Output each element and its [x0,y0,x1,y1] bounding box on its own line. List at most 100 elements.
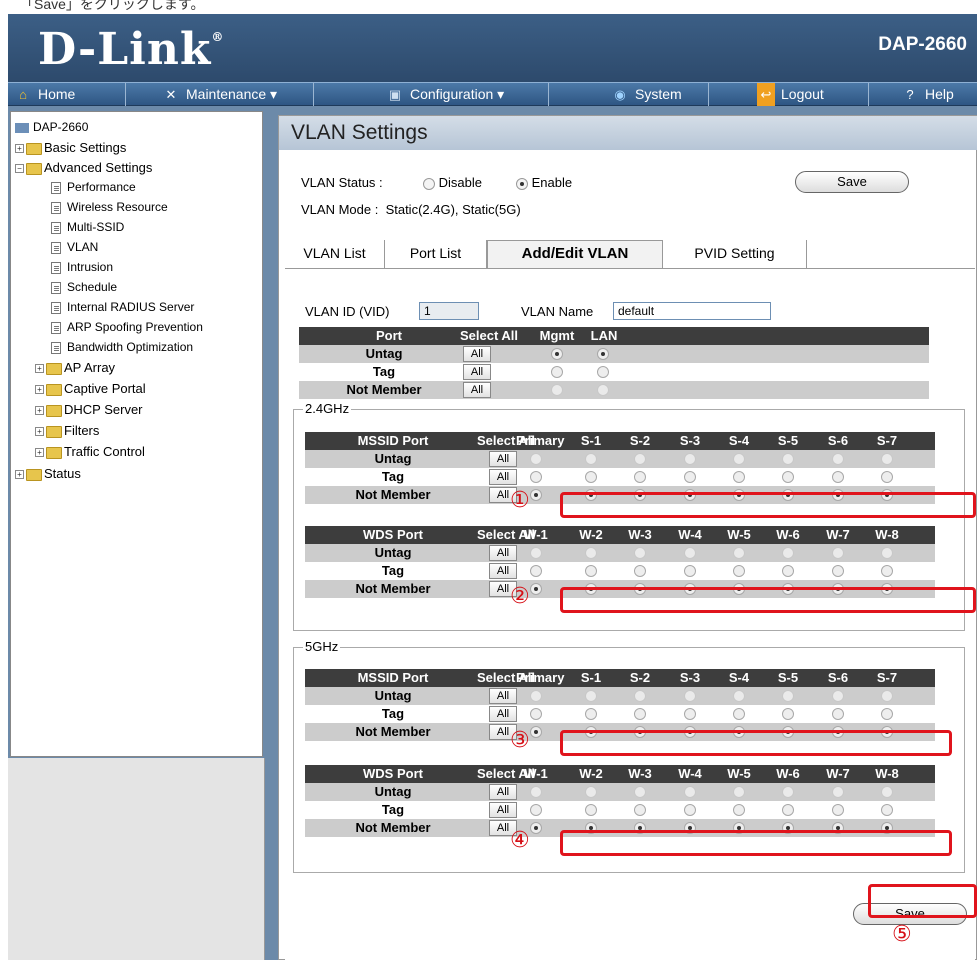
tree-advanced-settings[interactable]: − Advanced Settings [15,159,152,177]
radio[interactable] [782,471,794,483]
tree-status[interactable]: + Status [15,465,81,483]
radio[interactable] [530,547,542,559]
radio[interactable] [585,786,597,798]
vlan-name-field[interactable]: default [613,302,771,320]
radio[interactable] [684,708,696,720]
radio[interactable] [684,690,696,702]
tab-pvid-setting[interactable]: PVID Setting [663,240,807,268]
radio[interactable] [597,384,609,396]
radio[interactable] [551,366,563,378]
tab-add-edit-vlan[interactable]: Add/Edit VLAN [487,240,663,268]
tree-dhcp-server[interactable]: + DHCP Server [35,401,143,419]
radio[interactable] [881,471,893,483]
radio[interactable] [733,565,745,577]
disable-radio[interactable] [423,177,435,190]
expand-icon[interactable]: + [35,448,44,458]
radio[interactable] [881,786,893,798]
all-button[interactable]: All [489,802,517,818]
radio[interactable] [551,384,563,396]
radio[interactable] [832,547,844,559]
tree-traffic-control[interactable]: + Traffic Control [35,443,145,461]
save-button-top[interactable]: Save [795,171,909,193]
radio[interactable] [530,822,542,834]
expand-icon[interactable]: + [35,406,44,416]
radio[interactable] [530,565,542,577]
radio[interactable] [634,471,646,483]
tree-root[interactable]: DAP-2660 [15,118,88,136]
tree-filters[interactable]: + Filters [35,422,99,440]
radio[interactable] [881,690,893,702]
radio[interactable] [733,690,745,702]
all-button[interactable]: All [463,364,491,380]
radio[interactable] [832,804,844,816]
vlan-status-enable[interactable]: Enable [516,175,572,190]
radio[interactable] [782,547,794,559]
tree-schedule[interactable]: Schedule [51,278,117,296]
radio[interactable] [832,471,844,483]
radio[interactable] [597,348,609,360]
tree-performance[interactable]: Performance [51,178,136,196]
radio[interactable] [782,786,794,798]
tree-ap-array[interactable]: + AP Array [35,359,115,377]
radio[interactable] [530,471,542,483]
all-button[interactable]: All [463,382,491,398]
vlan-id-field[interactable]: 1 [419,302,479,320]
radio[interactable] [782,453,794,465]
radio[interactable] [733,708,745,720]
expand-icon[interactable]: + [15,470,24,480]
radio[interactable] [782,804,794,816]
enable-radio[interactable] [516,177,528,190]
radio[interactable] [585,453,597,465]
radio[interactable] [733,804,745,816]
all-button[interactable]: All [489,563,517,579]
tab-vlan-list[interactable]: VLAN List [285,240,385,268]
nav-system[interactable]: ◉ System [549,83,709,106]
radio[interactable] [585,708,597,720]
radio[interactable] [585,565,597,577]
tab-port-list[interactable]: Port List [385,240,487,268]
all-button[interactable]: All [489,545,517,561]
nav-logout[interactable]: ↩ Logout [709,83,869,106]
radio[interactable] [530,690,542,702]
radio[interactable] [530,804,542,816]
radio[interactable] [585,690,597,702]
expand-icon[interactable]: + [35,427,44,437]
radio[interactable] [733,786,745,798]
radio[interactable] [881,708,893,720]
radio[interactable] [597,366,609,378]
radio[interactable] [585,471,597,483]
radio[interactable] [684,804,696,816]
all-button[interactable]: All [463,346,491,362]
radio[interactable] [881,804,893,816]
radio[interactable] [530,708,542,720]
radio[interactable] [634,690,646,702]
radio[interactable] [634,547,646,559]
tree-captive-portal[interactable]: + Captive Portal [35,380,146,398]
radio[interactable] [881,565,893,577]
tree-basic-settings[interactable]: + Basic Settings [15,139,126,157]
radio[interactable] [832,708,844,720]
tree-arp-spoofing[interactable]: ARP Spoofing Prevention [51,318,203,336]
expand-icon[interactable]: + [35,385,44,395]
radio[interactable] [634,565,646,577]
radio[interactable] [530,583,542,595]
radio[interactable] [684,565,696,577]
radio[interactable] [684,786,696,798]
expand-icon[interactable]: + [35,364,44,374]
radio[interactable] [782,690,794,702]
radio[interactable] [551,348,563,360]
radio[interactable] [733,453,745,465]
radio[interactable] [881,547,893,559]
radio[interactable] [634,453,646,465]
radio[interactable] [684,453,696,465]
all-button[interactable]: All [489,451,517,467]
radio[interactable] [832,453,844,465]
radio[interactable] [530,786,542,798]
all-button[interactable]: All [489,688,517,704]
nav-maintenance[interactable]: ✕ Maintenance ▾ [126,83,314,106]
collapse-icon[interactable]: − [15,164,24,174]
radio[interactable] [881,453,893,465]
radio[interactable] [530,489,542,501]
all-button[interactable]: All [489,784,517,800]
radio[interactable] [832,565,844,577]
